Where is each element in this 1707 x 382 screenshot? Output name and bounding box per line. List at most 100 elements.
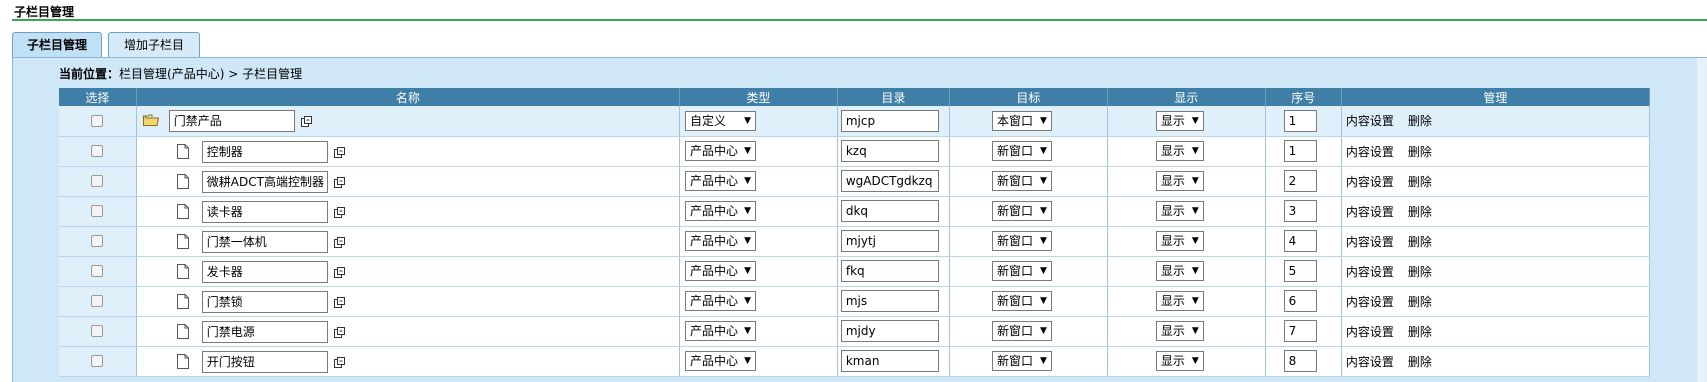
type-select[interactable]: 产品中心 ▼ <box>685 231 756 251</box>
delete-link[interactable]: 删除 <box>1408 265 1432 279</box>
copy-icon[interactable] <box>333 206 345 218</box>
content-settings-link[interactable]: 内容设置 <box>1346 114 1394 128</box>
type-select[interactable]: 产品中心 ▼ <box>685 261 756 281</box>
seq-input[interactable]: 2 <box>1283 170 1317 192</box>
content-settings-link[interactable]: 内容设置 <box>1346 235 1394 249</box>
row-checkbox[interactable] <box>91 145 104 157</box>
dir-cell: mjytj <box>837 226 950 257</box>
name-input[interactable]: 微耕ADCT高端控制器 <box>201 170 328 193</box>
content-settings-link[interactable]: 内容设置 <box>1346 325 1394 339</box>
dir-input[interactable]: kman <box>840 350 939 372</box>
seq-input[interactable]: 3 <box>1283 200 1317 222</box>
type-select[interactable]: 产品中心 ▼ <box>685 351 756 371</box>
copy-icon[interactable] <box>333 356 345 368</box>
seq-cell: 8 <box>1265 346 1342 377</box>
show-select[interactable]: 显示 ▼ <box>1155 171 1204 191</box>
type-select[interactable]: 产品中心 ▼ <box>685 201 756 221</box>
name-input[interactable]: 开门按钮 <box>201 350 328 373</box>
name-input[interactable]: 读卡器 <box>201 200 328 223</box>
target-select[interactable]: 新窗口 ▼ <box>991 351 1052 371</box>
show-select[interactable]: 显示 ▼ <box>1155 141 1204 161</box>
dir-cell: mjs <box>837 286 950 317</box>
type-select[interactable]: 产品中心 ▼ <box>685 141 756 161</box>
dir-input[interactable]: dkq <box>840 200 939 222</box>
delete-link[interactable]: 删除 <box>1408 175 1432 189</box>
content-settings-link[interactable]: 内容设置 <box>1346 295 1394 309</box>
target-select[interactable]: 新窗口 ▼ <box>991 291 1052 311</box>
seq-input[interactable]: 8 <box>1283 350 1317 372</box>
seq-input[interactable]: 5 <box>1283 260 1317 282</box>
name-input[interactable]: 发卡器 <box>201 260 328 283</box>
type-select[interactable]: 产品中心 ▼ <box>685 291 756 311</box>
type-select[interactable]: 产品中心 ▼ <box>685 321 756 341</box>
name-cell: 控制器 <box>136 136 681 167</box>
seq-input[interactable]: 1 <box>1283 140 1317 162</box>
show-select[interactable]: 显示 ▼ <box>1155 261 1204 281</box>
target-select[interactable]: 本窗口 ▼ <box>991 110 1052 131</box>
copy-icon[interactable] <box>300 116 312 127</box>
name-input[interactable]: 控制器 <box>201 140 328 163</box>
target-select[interactable]: 新窗口 ▼ <box>991 171 1052 191</box>
show-select[interactable]: 显示 ▼ <box>1155 110 1204 131</box>
target-select[interactable]: 新窗口 ▼ <box>991 321 1052 341</box>
copy-icon[interactable] <box>333 176 345 188</box>
dir-input[interactable]: kzq <box>840 140 939 162</box>
delete-link[interactable]: 删除 <box>1408 114 1432 128</box>
show-select[interactable]: 显示 ▼ <box>1155 201 1204 221</box>
show-select[interactable]: 显示 ▼ <box>1155 321 1204 341</box>
tab-add-subcolumn[interactable]: 增加子栏目 <box>108 32 200 58</box>
tab-subcolumn-manage[interactable]: 子栏目管理 <box>12 32 102 58</box>
seq-input[interactable]: 7 <box>1283 320 1317 342</box>
dir-input[interactable]: wgADCTgdkzq <box>840 170 939 192</box>
delete-link[interactable]: 删除 <box>1408 235 1432 249</box>
delete-link[interactable]: 删除 <box>1408 325 1432 339</box>
name-input[interactable]: 门禁产品 <box>168 110 295 132</box>
content-settings-link[interactable]: 内容设置 <box>1346 265 1394 279</box>
dir-input[interactable]: mjytj <box>840 230 939 252</box>
row-checkbox[interactable] <box>91 205 104 217</box>
copy-icon[interactable] <box>333 146 345 158</box>
content-settings-link[interactable]: 内容设置 <box>1346 355 1394 369</box>
target-select[interactable]: 新窗口 ▼ <box>991 141 1052 161</box>
content-settings-link[interactable]: 内容设置 <box>1346 145 1394 159</box>
content-settings-link[interactable]: 内容设置 <box>1346 205 1394 219</box>
name-input[interactable]: 门禁电源 <box>201 320 328 343</box>
delete-link[interactable]: 删除 <box>1408 295 1432 309</box>
row-checkbox[interactable] <box>91 114 104 127</box>
show-select[interactable]: 显示 ▼ <box>1155 351 1204 371</box>
type-select[interactable]: 产品中心 ▼ <box>685 171 756 191</box>
name-input[interactable]: 门禁锁 <box>201 290 328 313</box>
content-settings-link[interactable]: 内容设置 <box>1346 175 1394 189</box>
show-value: 显示 <box>1160 294 1185 308</box>
dir-input[interactable]: fkq <box>840 260 939 282</box>
row-checkbox[interactable] <box>91 235 104 247</box>
show-cell: 显示 ▼ <box>1107 106 1266 137</box>
target-select[interactable]: 新窗口 ▼ <box>991 201 1052 221</box>
show-select[interactable]: 显示 ▼ <box>1155 291 1204 311</box>
target-select[interactable]: 新窗口 ▼ <box>991 261 1052 281</box>
column-header-manage: 管理 <box>1341 88 1651 106</box>
copy-icon[interactable] <box>333 266 345 278</box>
dir-input[interactable]: mjs <box>840 290 939 312</box>
seq-input[interactable]: 1 <box>1283 109 1317 132</box>
manage-cell: 内容设置 删除 <box>1341 166 1651 197</box>
copy-icon[interactable] <box>333 236 345 248</box>
row-checkbox[interactable] <box>91 355 104 367</box>
seq-input[interactable]: 6 <box>1283 290 1317 312</box>
copy-icon[interactable] <box>333 326 345 338</box>
dir-input[interactable]: mjcp <box>840 109 939 132</box>
row-checkbox[interactable] <box>91 175 104 187</box>
row-checkbox[interactable] <box>91 265 104 277</box>
seq-input[interactable]: 4 <box>1283 230 1317 252</box>
name-input[interactable]: 门禁一体机 <box>201 230 328 253</box>
dir-input[interactable]: mjdy <box>840 320 939 342</box>
show-select[interactable]: 显示 ▼ <box>1155 231 1204 251</box>
row-checkbox[interactable] <box>91 325 104 337</box>
type-select[interactable]: 自定义 ▼ <box>685 110 756 131</box>
delete-link[interactable]: 删除 <box>1408 355 1432 369</box>
delete-link[interactable]: 删除 <box>1408 205 1432 219</box>
delete-link[interactable]: 删除 <box>1408 145 1432 159</box>
copy-icon[interactable] <box>333 296 345 308</box>
row-checkbox[interactable] <box>91 295 104 307</box>
target-select[interactable]: 新窗口 ▼ <box>991 231 1052 251</box>
